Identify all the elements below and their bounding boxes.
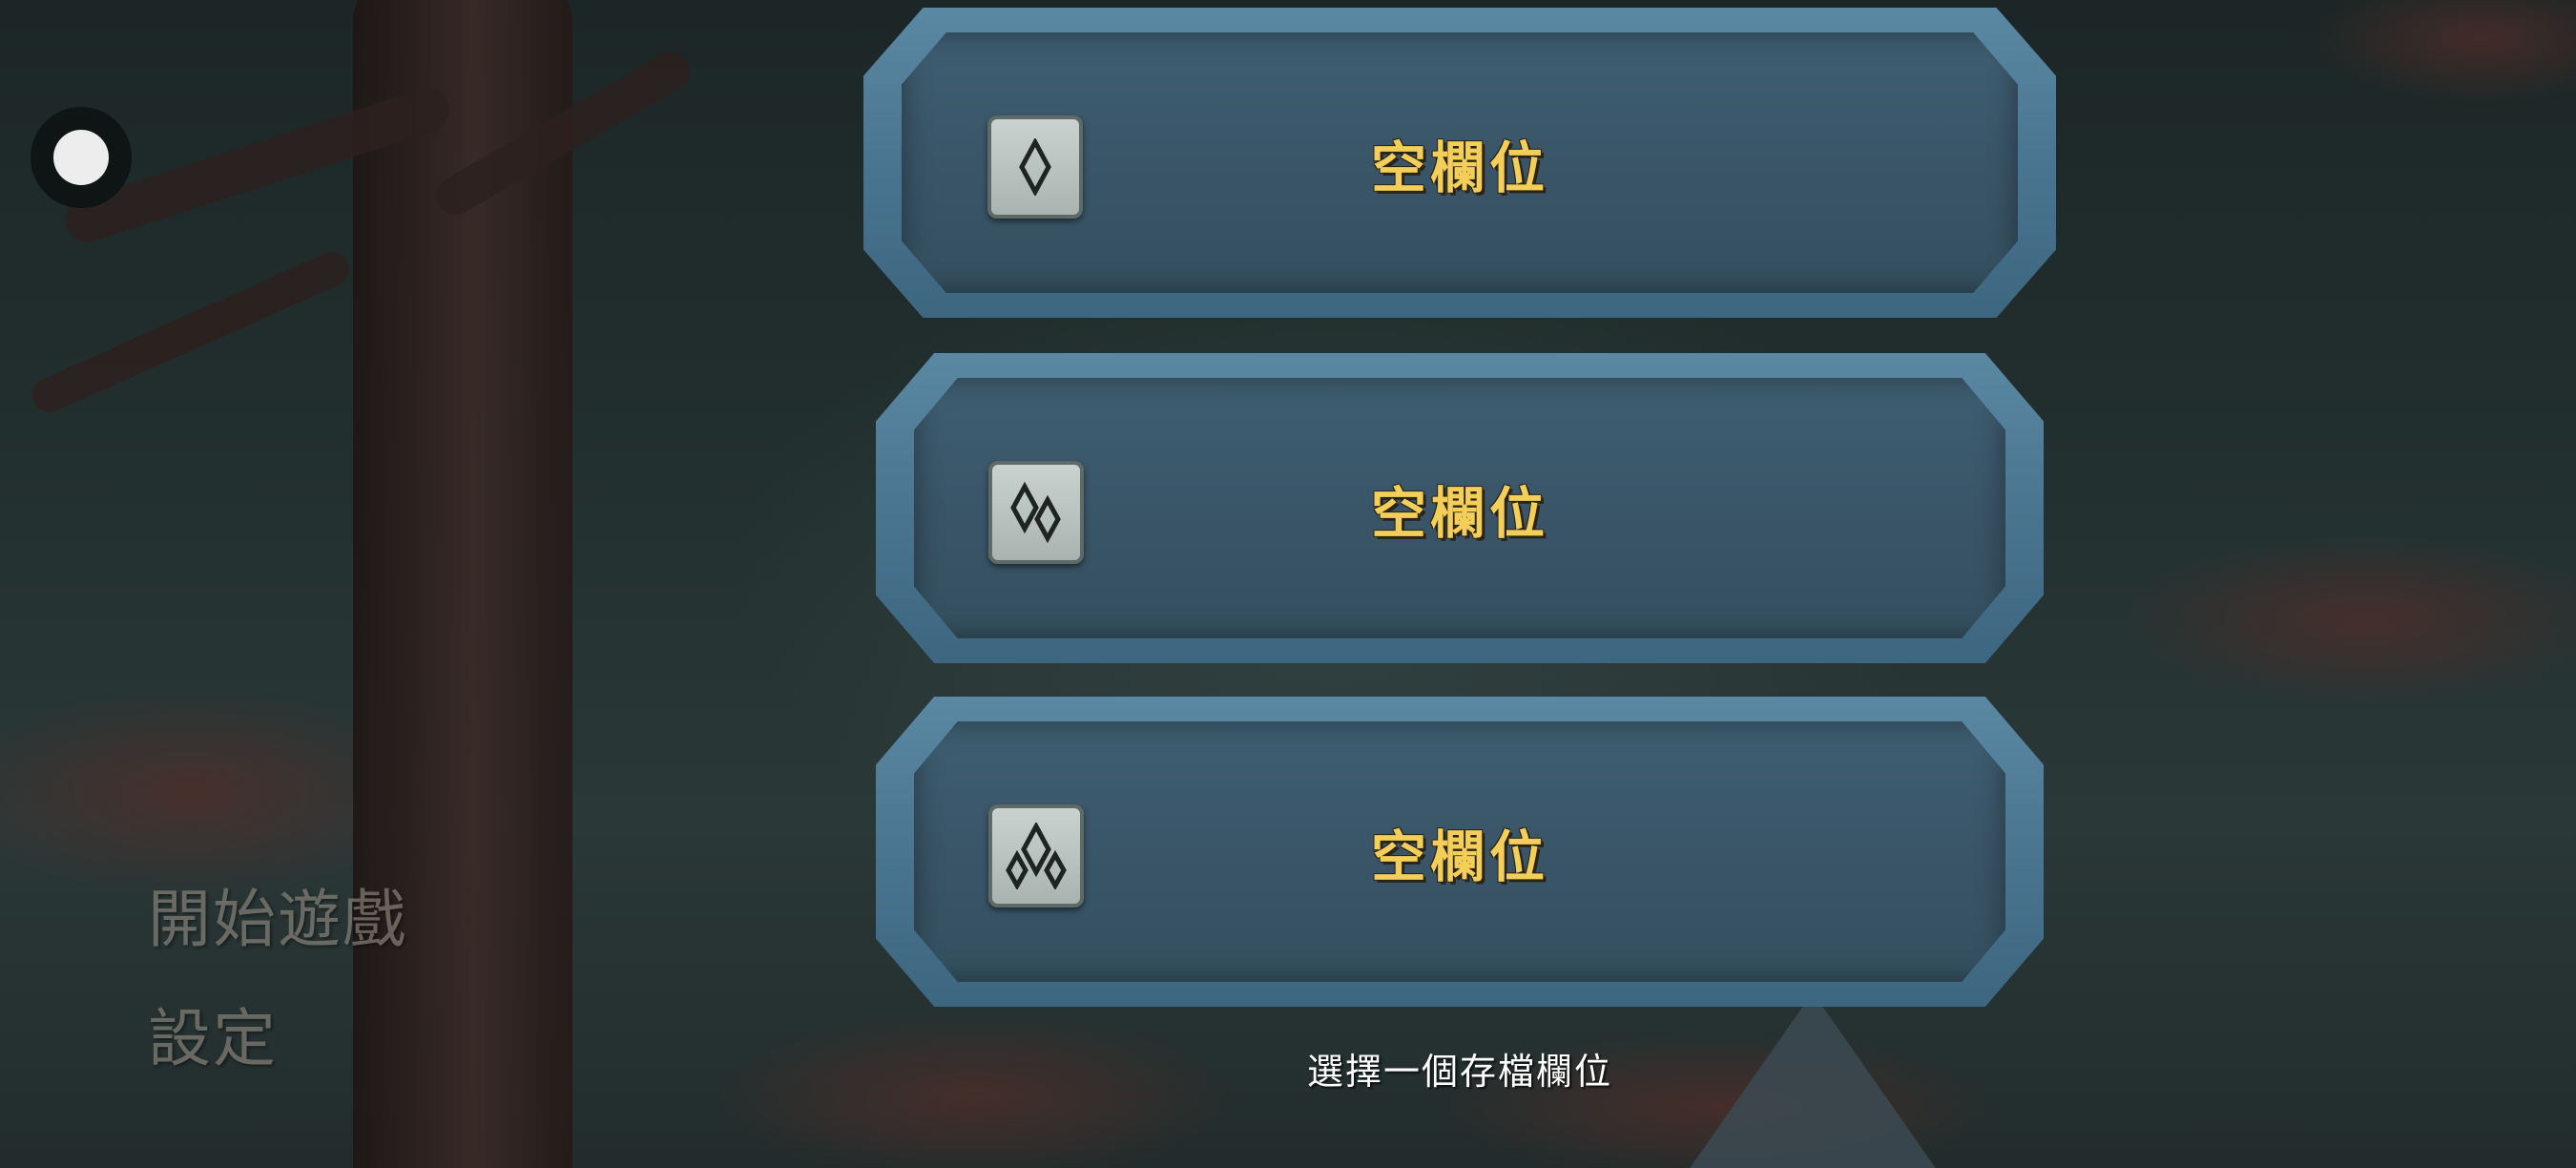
slot-label: 空欄位 (1370, 135, 1548, 200)
ui-toggle-button[interactable] (31, 107, 132, 208)
select-slot-prompt: 選擇一個存檔欄位 (1306, 1051, 1612, 1093)
slot-label: 空欄位 (1370, 824, 1548, 889)
background-cloud (2309, 0, 2576, 105)
background-branch (27, 246, 355, 418)
game-screen: ​ 開始遊戲 設定 空欄位 空欄位 (0, 0, 2576, 1168)
save-slot-3[interactable]: 空欄位 (876, 697, 2044, 1007)
slot-label: 空欄位 (1370, 480, 1548, 546)
background-cloud (2118, 534, 2576, 706)
settings-button[interactable]: 設定 (148, 988, 278, 1079)
save-slot-1[interactable]: 空欄位 (863, 8, 2056, 318)
toggle-dot-icon (53, 130, 109, 185)
save-slot-2[interactable]: 空欄位 (876, 353, 2044, 663)
start-game-button[interactable]: 開始遊戲 (148, 868, 407, 960)
